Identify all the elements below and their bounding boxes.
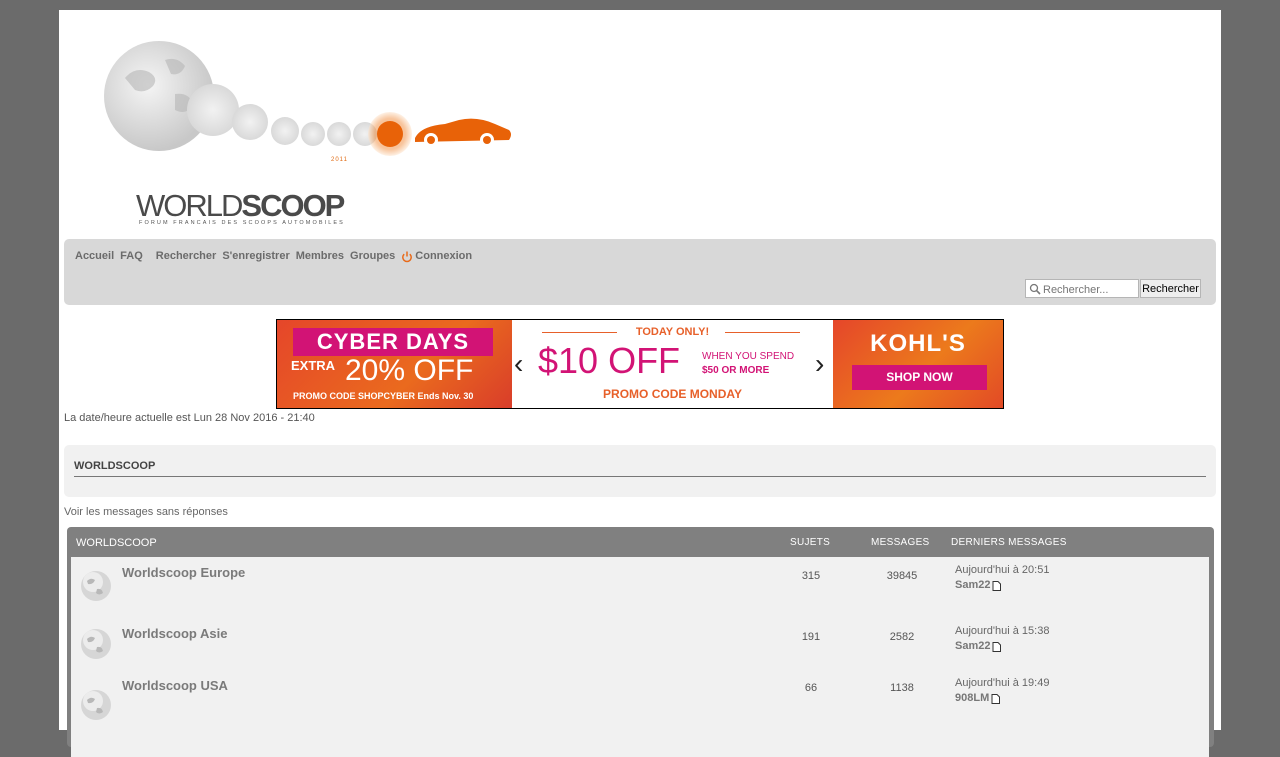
ad-today-only: TODAY ONLY! ‹ $10 OFF WHEN YOU SPEND $50 … bbox=[512, 320, 833, 408]
forum-row: Worldscoop USA 66 1138 Aujourd'hui à 19:… bbox=[71, 672, 1209, 732]
nav-links: Accueil FAQ Rechercher S'enregistrer Mem… bbox=[75, 249, 478, 263]
messages-count: 1138 bbox=[890, 682, 914, 694]
page: 2011 WORLDSCOOP FORUM FRANCAIS DES SCOOP… bbox=[59, 10, 1221, 757]
logo-year: 2011 bbox=[331, 157, 348, 163]
topics-count: 66 bbox=[804, 682, 818, 694]
nav-register[interactable]: S'enregistrer bbox=[222, 249, 289, 263]
forum-globe-icon bbox=[81, 571, 111, 601]
forum-globe-icon bbox=[81, 629, 111, 659]
ad-discount: 20% OFF bbox=[345, 354, 474, 387]
forum-name-link[interactable]: Worldscoop USA bbox=[122, 678, 228, 693]
last-post-page-icon[interactable] bbox=[991, 693, 1001, 704]
category-header-box: WORLDSCOOP bbox=[64, 445, 1216, 497]
forum-row: Worldscoop Asie 191 2582 Aujourd'hui à 1… bbox=[71, 617, 1209, 677]
last-post-author[interactable]: Sam22 bbox=[955, 578, 1002, 593]
ad-cyber-title: CYBER DAYS bbox=[293, 328, 493, 356]
ad-next-arrow: › bbox=[815, 348, 825, 379]
header-title: WORLDSCOOP bbox=[76, 537, 157, 549]
last-post-time: Aujourd'hui à 15:38 bbox=[955, 625, 1050, 637]
last-post-page-icon[interactable] bbox=[992, 580, 1002, 591]
globe-car-logo-graphic bbox=[104, 41, 511, 156]
logo-subtitle: FORUM FRANCAIS DES SCOOPS AUTOMOBILES bbox=[139, 220, 345, 226]
nav-home[interactable]: Accueil bbox=[75, 249, 114, 263]
last-post-author[interactable]: 908LM bbox=[955, 691, 1001, 706]
search-input[interactable] bbox=[1041, 283, 1138, 296]
forum-table-header: WORLDSCOOP SUJETS MESSAGES DERNIERS MESS… bbox=[67, 527, 1214, 557]
forum-name-link[interactable]: Worldscoop Europe bbox=[122, 565, 245, 580]
navbar: Accueil FAQ Rechercher S'enregistrer Mem… bbox=[64, 239, 1216, 305]
magnifier-icon bbox=[1029, 283, 1041, 295]
topics-count: 315 bbox=[801, 570, 821, 582]
nav-faq[interactable]: FAQ bbox=[120, 249, 143, 263]
forum-globe-icon bbox=[81, 690, 111, 720]
search-field[interactable] bbox=[1025, 279, 1139, 298]
ad-banner[interactable]: CYBER DAYS EXTRA 20% OFF PROMO CODE SHOP… bbox=[276, 319, 1004, 409]
site-logo[interactable]: 2011 WORLDSCOOP FORUM FRANCAIS DES SCOOP… bbox=[95, 38, 615, 226]
messages-count: 2582 bbox=[889, 631, 915, 643]
current-datetime: La date/heure actuelle est Lun 28 Nov 20… bbox=[64, 412, 315, 424]
forum-name-link[interactable]: Worldscoop Asie bbox=[122, 626, 227, 641]
header-last-messages: DERNIERS MESSAGES bbox=[951, 537, 1067, 548]
last-post-info: Aujourd'hui à 20:51 Sam22 bbox=[955, 563, 1049, 593]
ad-promo-code: PROMO CODE SHOPCYBER Ends Nov. 30 bbox=[293, 391, 474, 401]
ad-kohls: KOHL'S SHOP NOW bbox=[833, 320, 1003, 408]
ad-cyber-days: CYBER DAYS EXTRA 20% OFF PROMO CODE SHOP… bbox=[277, 320, 512, 408]
ad-prev-arrow: ‹ bbox=[514, 348, 524, 379]
messages-count: 39845 bbox=[886, 570, 918, 582]
nav-members[interactable]: Membres bbox=[296, 249, 344, 263]
nav-login[interactable]: Connexion bbox=[401, 249, 472, 263]
forum-rows: Worldscoop Europe 315 39845 Aujourd'hui … bbox=[71, 557, 1209, 757]
header-topics: SUJETS bbox=[790, 537, 831, 548]
ad-today-label: TODAY ONLY! bbox=[635, 326, 710, 338]
ad-big-offer: $10 OFF bbox=[538, 340, 681, 381]
power-icon bbox=[402, 251, 413, 263]
last-post-time: Aujourd'hui à 20:51 bbox=[955, 564, 1050, 576]
logo-wordmark: WORLDSCOOP bbox=[136, 188, 345, 223]
forum-row: Worldscoop Europe 315 39845 Aujourd'hui … bbox=[71, 557, 1209, 617]
forum-table: WORLDSCOOP SUJETS MESSAGES DERNIERS MESS… bbox=[67, 527, 1214, 757]
last-post-time: Aujourd'hui à 19:49 bbox=[955, 677, 1050, 689]
nav-groups[interactable]: Groupes bbox=[350, 249, 395, 263]
last-post-page-icon[interactable] bbox=[992, 641, 1002, 652]
nav-search[interactable]: Rechercher bbox=[156, 249, 217, 263]
topics-count: 191 bbox=[801, 631, 821, 643]
last-post-info: Aujourd'hui à 19:49 908LM bbox=[955, 676, 1049, 706]
ad-shop-now-button[interactable]: SHOP NOW bbox=[852, 365, 987, 390]
search-button[interactable]: Rechercher bbox=[1140, 279, 1201, 298]
unanswered-messages-link[interactable]: Voir les messages sans réponses bbox=[64, 506, 228, 518]
ad-brand: KOHL'S bbox=[870, 330, 966, 357]
ad-monday-code: PROMO CODE MONDAY bbox=[603, 387, 742, 401]
last-post-info: Aujourd'hui à 15:38 Sam22 bbox=[955, 624, 1049, 654]
ad-spend-text: WHEN YOU SPEND $50 OR MORE bbox=[702, 351, 795, 376]
last-post-author[interactable]: Sam22 bbox=[955, 639, 1002, 654]
category-title[interactable]: WORLDSCOOP bbox=[74, 460, 1206, 477]
nav-login-label: Connexion bbox=[415, 250, 473, 262]
header-messages: MESSAGES bbox=[871, 537, 930, 548]
ad-extra-label: EXTRA bbox=[291, 358, 336, 373]
